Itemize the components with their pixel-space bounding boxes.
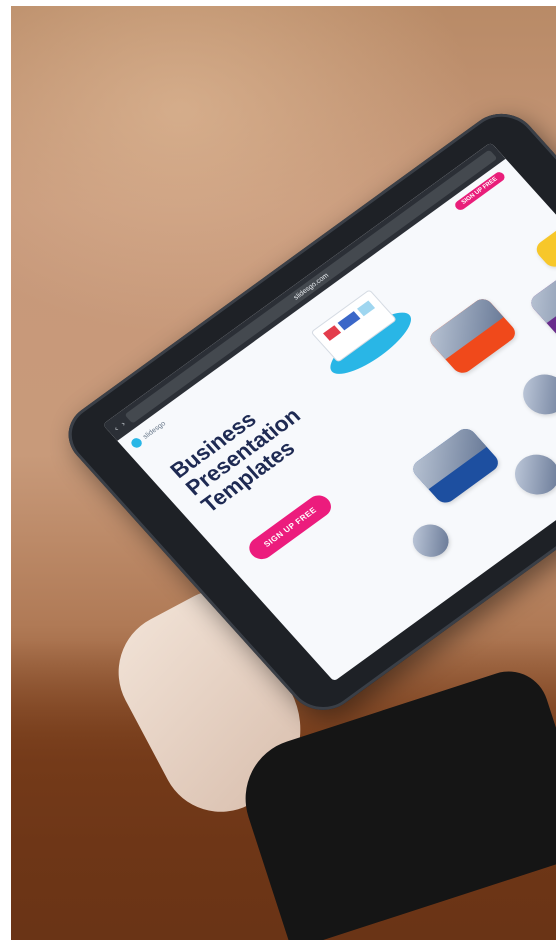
template-card-photo xyxy=(527,260,556,323)
template-card-photo xyxy=(425,295,504,360)
address-bar[interactable]: slidesgo.com xyxy=(124,149,498,424)
tablet-device: ‹ › slidesgo.com slidesgo SIGN UP FREE B… xyxy=(54,100,556,723)
image-border-left xyxy=(0,0,11,946)
template-card[interactable] xyxy=(527,260,556,341)
logo-icon[interactable] xyxy=(129,436,144,450)
tablet-screen: ‹ › slidesgo.com slidesgo SIGN UP FREE B… xyxy=(102,142,556,682)
image-border-bottom xyxy=(0,940,556,946)
photo-scene: ‹ › slidesgo.com slidesgo SIGN UP FREE B… xyxy=(0,0,556,946)
template-thumbnail-round[interactable] xyxy=(514,366,556,423)
template-card[interactable] xyxy=(425,295,520,377)
template-thumbnail-round[interactable] xyxy=(405,518,456,564)
logo-text[interactable]: slidesgo xyxy=(142,420,167,440)
forward-icon[interactable]: › xyxy=(119,419,127,427)
image-border-top xyxy=(0,0,556,6)
address-bar-url: slidesgo.com xyxy=(292,271,330,302)
template-card[interactable] xyxy=(532,224,556,271)
template-card[interactable] xyxy=(408,425,503,507)
template-thumbnail-round[interactable] xyxy=(505,446,556,503)
template-card-photo xyxy=(408,425,487,489)
back-icon[interactable]: ‹ xyxy=(112,424,120,432)
hero-title: Business Presentation Templates xyxy=(165,403,306,518)
signup-button[interactable]: SIGN UP FREE xyxy=(244,490,337,564)
